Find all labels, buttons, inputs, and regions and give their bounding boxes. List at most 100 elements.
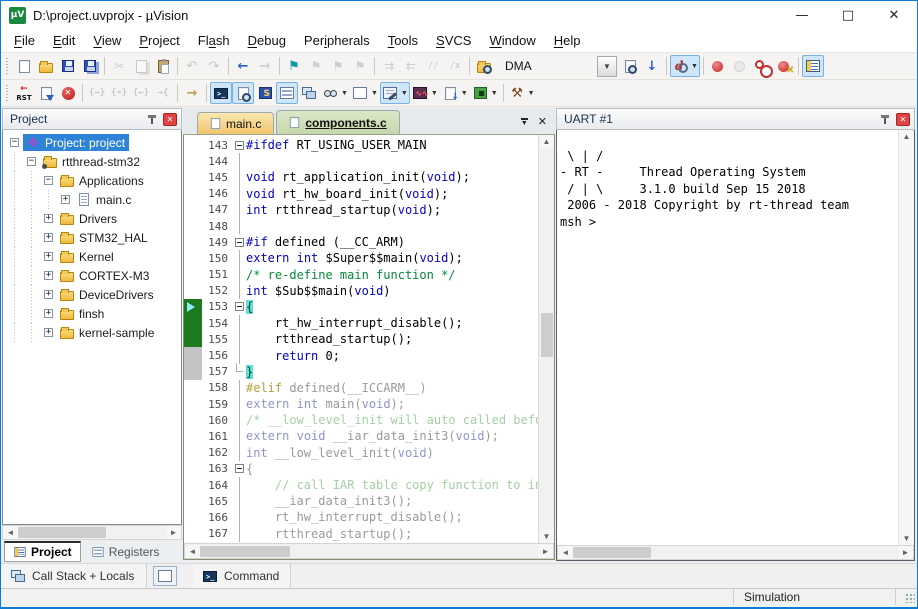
panel-tab-project[interactable]: Project (4, 541, 81, 562)
run-to-cursor-button[interactable]: →{ (152, 82, 174, 104)
enable-disable-breakpoint-button[interactable] (729, 55, 751, 77)
registers-window-button[interactable] (276, 82, 298, 104)
menu-window[interactable]: Window (480, 30, 544, 51)
stop-button[interactable] (57, 82, 79, 104)
save-button[interactable] (57, 55, 79, 77)
toolbar-grip[interactable] (5, 56, 10, 76)
close-button[interactable]: ✕ (871, 1, 917, 29)
toolbar-grip[interactable] (5, 83, 10, 103)
window-list-icon[interactable]: ▼ (521, 118, 528, 126)
dropdown-caret-icon[interactable]: ▼ (461, 90, 468, 97)
maximize-button[interactable]: □ (825, 1, 871, 29)
previous-bookmark-button[interactable]: ⚑ (327, 55, 349, 77)
navigate-back-button[interactable]: ← (232, 55, 254, 77)
debug-toolbar-tools-button[interactable]: ⚒▼ (507, 82, 537, 104)
paste-button[interactable] (152, 55, 174, 77)
run-button[interactable] (35, 82, 57, 104)
fold-collapse-icon[interactable] (232, 137, 246, 153)
close-file-icon[interactable]: ✕ (538, 115, 547, 128)
scroll-down-icon[interactable]: ▼ (899, 532, 914, 545)
scroll-thumb[interactable] (573, 547, 651, 558)
fold-collapse-icon[interactable] (232, 299, 246, 315)
system-viewer-button[interactable]: ▼ (470, 82, 500, 104)
scroll-right-icon[interactable]: ► (538, 545, 553, 558)
redo-button[interactable]: ↷ (203, 55, 225, 77)
expand-icon[interactable]: + (44, 328, 53, 337)
tree-item-kernel[interactable]: +Kernel (3, 247, 181, 266)
expand-icon[interactable]: + (44, 214, 53, 223)
navigate-forward-button[interactable]: → (254, 55, 276, 77)
menu-flash[interactable]: Flash (189, 30, 239, 51)
tree-item-drivers[interactable]: +Drivers (3, 209, 181, 228)
tab-components-c[interactable]: components.c (276, 110, 399, 134)
collapse-icon[interactable]: − (27, 157, 36, 166)
lookup-combo[interactable]: DMA▼ (497, 56, 617, 77)
project-hscrollbar[interactable]: ◄ ► (2, 525, 182, 540)
panel-tab-registers[interactable]: Registers (83, 541, 168, 562)
tree-item-devicedrivers[interactable]: +DeviceDrivers (3, 285, 181, 304)
tab-call-stack-locals[interactable]: Call Stack + Locals (1, 564, 147, 588)
call-stack-window-button[interactable] (298, 82, 320, 104)
watch-window-button[interactable]: ▼ (320, 82, 350, 104)
tree-item-cortex-m3[interactable]: +CORTEX-M3 (3, 266, 181, 285)
serial-window-button[interactable]: ▼ (380, 82, 410, 104)
cut-button[interactable]: ✂ (108, 55, 130, 77)
scroll-left-icon[interactable]: ◄ (185, 545, 200, 558)
find-button[interactable] (619, 55, 641, 77)
code-area[interactable]: 143#ifdef RT_USING_USER_MAIN144145void r… (184, 135, 538, 543)
scroll-thumb[interactable] (541, 313, 553, 357)
tree-item-applications[interactable]: −Applications (3, 171, 181, 190)
menu-help[interactable]: Help (545, 30, 590, 51)
dropdown-caret-icon[interactable]: ▼ (401, 90, 408, 97)
uncomment-button[interactable]: /x (444, 55, 466, 77)
pin-icon[interactable] (880, 114, 891, 125)
clear-bookmarks-button[interactable]: ⚑ (349, 55, 371, 77)
tree-item-main-c[interactable]: +main.c (3, 190, 181, 209)
menu-project[interactable]: Project (130, 30, 188, 51)
fold-collapse-icon[interactable] (232, 234, 246, 250)
insert-breakpoint-button[interactable] (707, 55, 729, 77)
tree-item-project-project[interactable]: −❖Project: project (3, 133, 181, 152)
save-all-button[interactable] (79, 55, 101, 77)
scroll-right-icon[interactable]: ► (898, 546, 913, 559)
tree-item-stm32-hal[interactable]: +STM32_HAL (3, 228, 181, 247)
dropdown-caret-icon[interactable]: ▼ (371, 90, 378, 97)
dropdown-caret-icon[interactable]: ▼ (341, 90, 348, 97)
menu-peripherals[interactable]: Peripherals (295, 30, 379, 51)
scroll-up-icon[interactable]: ▲ (540, 135, 554, 148)
comment-button[interactable]: // (422, 55, 444, 77)
editor-hscrollbar[interactable]: ◄ ► (184, 543, 554, 559)
indent-button[interactable]: ⇉ (378, 55, 400, 77)
menu-tools[interactable]: Tools (379, 30, 427, 51)
step-button[interactable]: {→} (86, 82, 108, 104)
scroll-thumb[interactable] (200, 546, 290, 557)
tree-item-finsh[interactable]: +finsh (3, 304, 181, 323)
resize-grip[interactable] (895, 589, 917, 605)
editor-vscrollbar[interactable]: ▲ ▼ (538, 135, 554, 543)
undo-button[interactable]: ↶ (181, 55, 203, 77)
new-file-button[interactable] (13, 55, 35, 77)
show-current-statement-button[interactable]: → (181, 82, 203, 104)
lookup-combo-value[interactable]: DMA (497, 57, 597, 75)
uart-hscrollbar[interactable]: ◄ ► (557, 545, 914, 560)
incremental-find-button[interactable]: ↓ (641, 55, 663, 77)
pin-icon[interactable] (147, 114, 158, 125)
analysis-window-button[interactable]: ▼ (410, 82, 440, 104)
open-file-button[interactable] (35, 55, 57, 77)
start-stop-debug-button[interactable]: ▼ (670, 55, 700, 77)
symbol-window-button[interactable] (254, 82, 276, 104)
kill-all-breakpoints-button[interactable] (773, 55, 795, 77)
menu-svcs[interactable]: SVCS (427, 30, 480, 51)
uart-vscrollbar[interactable]: ▲ ▼ (898, 130, 914, 545)
dropdown-caret-icon[interactable]: ▼ (691, 63, 698, 70)
expand-icon[interactable]: + (44, 290, 53, 299)
unindent-button[interactable]: ⇇ (400, 55, 422, 77)
close-panel-icon[interactable]: ✕ (896, 113, 910, 126)
menu-file[interactable]: File (5, 30, 44, 51)
menu-edit[interactable]: Edit (44, 30, 84, 51)
tab-main-c[interactable]: main.c (197, 112, 274, 134)
command-window-button[interactable] (210, 82, 232, 104)
expand-icon[interactable]: + (44, 271, 53, 280)
copy-button[interactable] (130, 55, 152, 77)
reset-button[interactable]: RST (13, 82, 35, 104)
